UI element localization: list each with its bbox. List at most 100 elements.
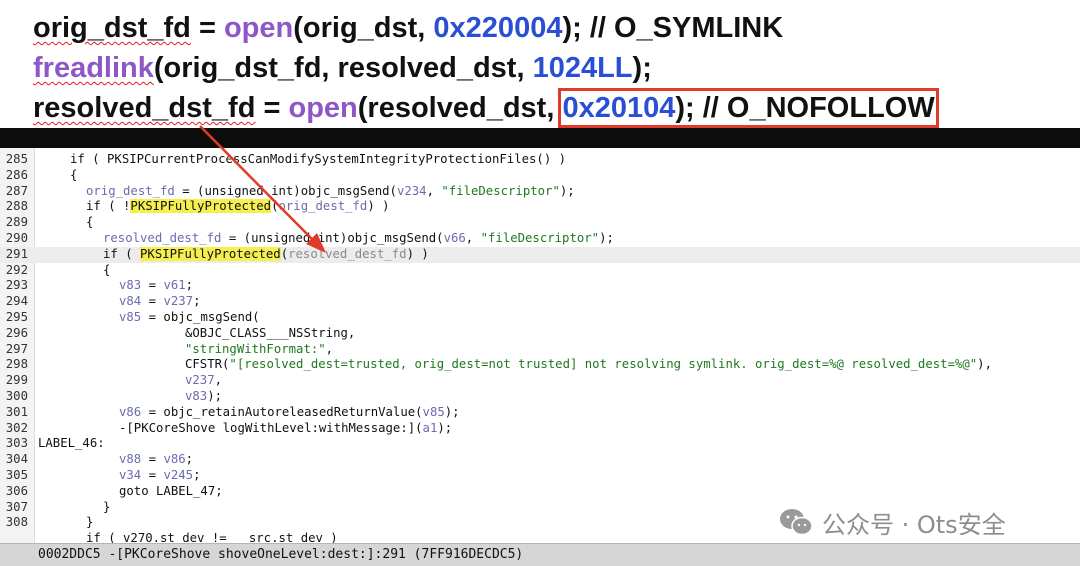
code-fragment: ); bbox=[559, 183, 575, 198]
code-line: 306 goto LABEL_47; bbox=[0, 484, 1080, 500]
flags-token: 0x20104 bbox=[562, 92, 676, 124]
pseudocode-view[interactable]: 285 if ( PKSIPCurrentProcessCanModifySyst… bbox=[0, 148, 1080, 543]
size-token: 1024LL bbox=[532, 52, 633, 84]
code-fragment: ( bbox=[271, 199, 279, 214]
variable: v234 bbox=[396, 183, 427, 198]
code-fragment: ); bbox=[207, 389, 223, 403]
status-text: 0002DDC5 -[PKCoreShove shoveOneLevel:des… bbox=[38, 547, 524, 562]
args-token: (orig_dst, bbox=[293, 12, 434, 44]
code-fragment: , bbox=[325, 341, 334, 356]
wechat-icon bbox=[780, 509, 813, 536]
line-number: 286 bbox=[5, 167, 28, 182]
code-fragment: if ( bbox=[103, 246, 141, 261]
variable: resolved_dest_fd bbox=[288, 246, 407, 261]
code-line: 288 if ( !PKSIPFullyProtected(orig_dest_f… bbox=[0, 199, 1080, 215]
variable: orig_dest_fd bbox=[278, 199, 368, 214]
variable: v86 bbox=[119, 404, 142, 419]
code-label: LABEL_46: bbox=[38, 436, 105, 451]
variable: v34 bbox=[119, 468, 142, 482]
code-text: v83); bbox=[185, 389, 222, 405]
variable: v85 bbox=[422, 404, 445, 419]
resolved-dst-fd-token: resolved_dst_fd bbox=[33, 92, 256, 124]
code-line: 301 v86 = objc_retainAutoreleasedReturnVa… bbox=[0, 405, 1080, 421]
string-literal: "fileDescriptor" bbox=[480, 231, 600, 245]
code-text: &OBJC_CLASS___NSString, bbox=[185, 325, 356, 340]
code-fragment: -[PKCoreShove logWithLevel:withMessage:]… bbox=[119, 420, 423, 435]
status-bar: 0002DDC5 -[PKCoreShove shoveOneLevel:des… bbox=[0, 543, 1080, 566]
code-text: v34 = v245; bbox=[119, 468, 200, 484]
code-text: { bbox=[103, 262, 111, 277]
variable: v61 bbox=[163, 278, 186, 293]
code-text: goto LABEL_47; bbox=[119, 483, 223, 498]
args-token: (resolved_dst, bbox=[357, 92, 563, 124]
code-text: } bbox=[86, 515, 94, 530]
line-number: 303 bbox=[5, 436, 28, 451]
line-number: 285 bbox=[5, 152, 28, 166]
line-number: 307 bbox=[5, 499, 28, 514]
code-text: CFSTR("[resolved_dest=trusted, orig_dest… bbox=[185, 357, 992, 373]
code-text: v84 = v237; bbox=[119, 294, 200, 310]
code-text: v85 = objc_msgSend( bbox=[119, 310, 260, 326]
code-line: 304 v88 = v86; bbox=[0, 452, 1080, 468]
code-text: if ( PKSIPFullyProtected(resolved_dest_f… bbox=[103, 246, 429, 263]
freadlink-call-token: freadlink bbox=[33, 52, 154, 84]
code-line-current: 291 if ( PKSIPFullyProtected(resolved_des… bbox=[0, 246, 1080, 263]
code-fragment: ) ) bbox=[406, 246, 429, 261]
line-number: 287 bbox=[5, 183, 28, 198]
code-line: 287 orig_dest_fd = (unsigned int)objc_msg… bbox=[0, 184, 1080, 200]
assign-token: = bbox=[190, 12, 224, 44]
highlighted-function: PKSIPFullyProtected bbox=[140, 246, 281, 261]
code-fragment: = objc_msgSend( bbox=[141, 310, 260, 324]
open-call-token: open bbox=[288, 92, 358, 124]
variable: v66 bbox=[443, 231, 466, 245]
annotation-banner: orig_dst_fd = open(orig_dst, 0x220004); … bbox=[0, 0, 1080, 128]
code-line: 300 v83); bbox=[0, 389, 1080, 405]
code-fragment: ); bbox=[437, 420, 453, 435]
code-fragment: = (unsigned int)objc_msgSend( bbox=[174, 183, 397, 198]
line-number: 308 bbox=[5, 515, 28, 530]
line-number: 292 bbox=[5, 262, 28, 277]
code-line: 295 v85 = objc_msgSend( bbox=[0, 310, 1080, 326]
code-line: 292 { bbox=[0, 263, 1080, 279]
code-fragment: ; bbox=[185, 278, 194, 293]
code-line: 285 if ( PKSIPCurrentProcessCanModifySyst… bbox=[0, 152, 1080, 168]
line-number: 305 bbox=[5, 468, 28, 482]
code-fragment: = bbox=[141, 452, 164, 467]
code-text: v86 = objc_retainAutoreleasedReturnValue… bbox=[119, 405, 460, 421]
code-line: 293 v83 = v61; bbox=[0, 278, 1080, 294]
line-number: 298 bbox=[5, 357, 28, 372]
watermark: 公众号 · Ots安全 bbox=[778, 504, 1006, 540]
code-fragment: = bbox=[141, 294, 164, 309]
code-fragment: ( bbox=[280, 246, 289, 261]
code-fragment: , bbox=[214, 373, 223, 388]
code-fragment: = (unsigned int)objc_msgSend( bbox=[221, 231, 444, 245]
variable: a1 bbox=[422, 420, 438, 435]
end-token: ); bbox=[632, 52, 652, 84]
line-number: 304 bbox=[5, 452, 28, 467]
code-text: } bbox=[103, 499, 111, 514]
code-fragment: CFSTR( bbox=[185, 357, 230, 372]
code-text: if ( !PKSIPFullyProtected(orig_dest_fd) … bbox=[86, 199, 390, 215]
separator-bar bbox=[0, 128, 1080, 148]
banner-line-1: orig_dst_fd = open(orig_dst, 0x220004); … bbox=[33, 10, 783, 46]
orig-dst-fd-token: orig_dst_fd bbox=[33, 12, 191, 44]
assign-token: = bbox=[255, 92, 289, 124]
code-line: 303 LABEL_46: bbox=[0, 436, 1080, 452]
code-line: 298 CFSTR("[resolved_dest=trusted, orig_d… bbox=[0, 357, 1080, 373]
variable: v86 bbox=[163, 452, 186, 467]
line-number: 302 bbox=[5, 420, 28, 435]
variable: orig_dest_fd bbox=[86, 183, 175, 198]
watermark-text: 公众号 · Ots安全 bbox=[822, 510, 1006, 539]
code-line: 305 v34 = v245; bbox=[0, 468, 1080, 484]
flags-token: 0x220004 bbox=[433, 12, 563, 44]
string-literal: "fileDescriptor" bbox=[441, 183, 560, 198]
code-fragment: ; bbox=[193, 468, 201, 482]
variable: v237 bbox=[185, 373, 215, 388]
code-text: v237, bbox=[185, 373, 222, 389]
code-fragment: = bbox=[141, 278, 164, 293]
code-fragment: ; bbox=[193, 294, 201, 309]
code-line: 302 -[PKCoreShove logWithLevel:withMessag… bbox=[0, 421, 1080, 437]
code-text: "stringWithFormat:", bbox=[185, 342, 333, 358]
highlighted-function: PKSIPFullyProtected bbox=[130, 199, 272, 214]
code-line: 294 v84 = v237; bbox=[0, 294, 1080, 310]
